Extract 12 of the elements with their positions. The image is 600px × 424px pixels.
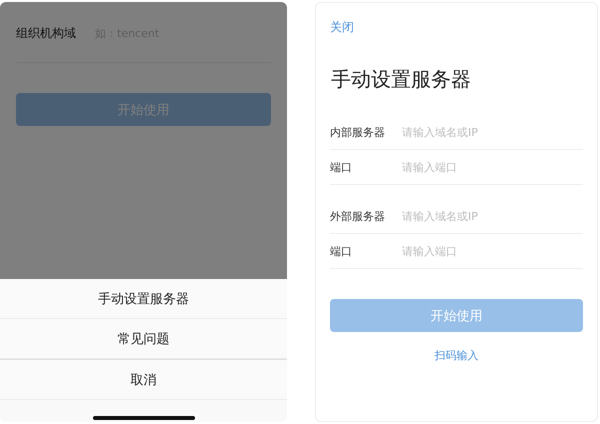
field-label: 内部服务器 [330, 124, 386, 140]
input-field[interactable]: 请输入端口 [402, 244, 552, 258]
scan-link[interactable]: 扫码输入 [434, 348, 478, 363]
close-link[interactable]: 关闭 [330, 19, 354, 36]
input-field[interactable]: 请输入域名或IP [402, 126, 552, 138]
field-label: 外部服务器 [330, 208, 386, 224]
field-label: 端口 [330, 160, 353, 174]
input-field[interactable]: 请输入端口 [402, 160, 552, 174]
field-label: 端口 [330, 244, 353, 258]
page-title: 手动设置服务器 [331, 66, 472, 93]
field-label: 组织机构域 [16, 24, 77, 42]
input-field[interactable]: 请输入域名或IP [402, 210, 552, 222]
